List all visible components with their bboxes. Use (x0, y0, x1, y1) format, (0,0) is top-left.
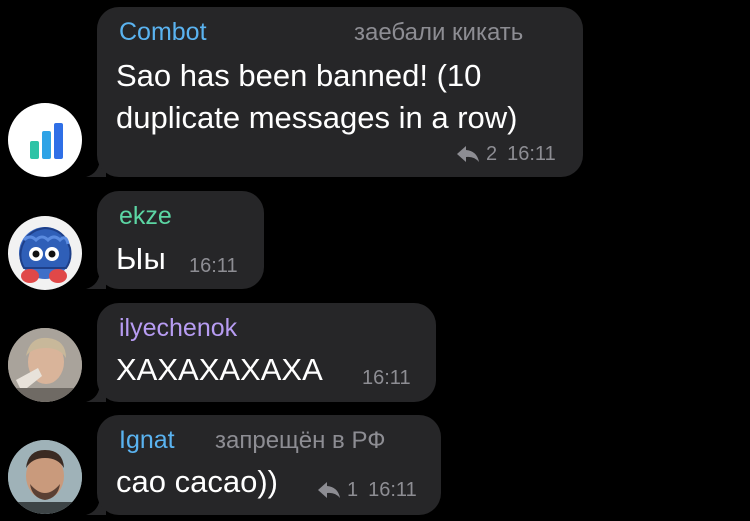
message-text: ХАХАХАХАХА (116, 352, 323, 387)
person-photo-icon (8, 328, 82, 402)
person-photo-icon (8, 440, 82, 514)
bar-chart-icon (30, 123, 63, 159)
message-meta: 2 16:11 (456, 142, 556, 166)
ignat-avatar[interactable] (8, 440, 82, 514)
reply-count[interactable]: 1 (347, 478, 358, 502)
reply-icon[interactable] (456, 145, 480, 163)
message-meta: 16:11 (362, 366, 411, 390)
monster-avatar-icon (19, 226, 72, 283)
message-text-line-2: duplicate messages in a row) (116, 100, 518, 135)
message-time: 16:11 (507, 143, 556, 165)
sender-name[interactable]: ekze (119, 201, 172, 231)
sender-name[interactable]: ilyechenok (119, 313, 237, 343)
sender-name[interactable]: Combot (119, 17, 207, 47)
sender-title: заебали кикать (354, 19, 524, 46)
message-meta: 16:11 (189, 254, 238, 278)
message-text: сао сасао)) (116, 464, 278, 499)
message-text: Ыы (116, 241, 166, 276)
sender-title: запрещён в РФ (215, 427, 386, 454)
message-time: 16:11 (189, 255, 238, 277)
ekze-avatar[interactable] (8, 216, 82, 290)
reply-icon[interactable] (317, 481, 341, 499)
message-text-line-1: Sao has been banned! (10 (116, 58, 482, 93)
ilyechenok-avatar[interactable] (8, 328, 82, 402)
message-time: 16:11 (368, 479, 417, 501)
reply-count[interactable]: 2 (486, 142, 497, 166)
sender-name[interactable]: Ignat (119, 425, 175, 455)
combot-avatar[interactable] (8, 103, 82, 177)
message-time: 16:11 (362, 367, 411, 389)
message-meta: 1 16:11 (317, 478, 417, 502)
